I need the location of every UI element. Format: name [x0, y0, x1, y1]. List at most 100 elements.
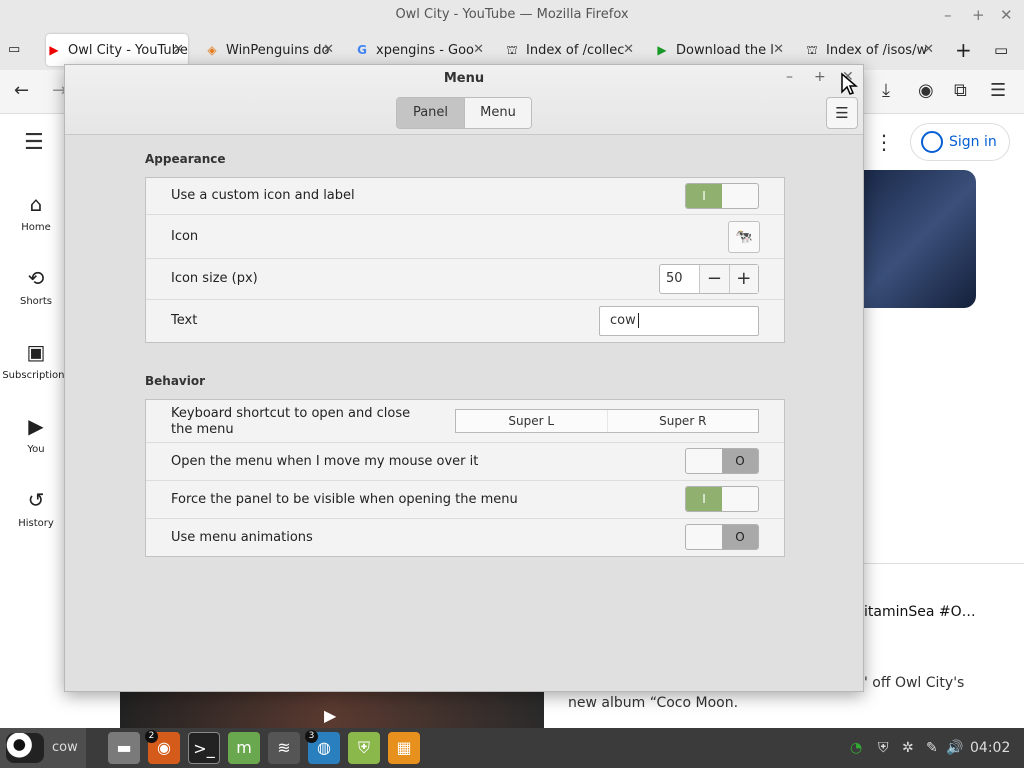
- firefox-title-bar: Owl City - YouTube — Mozilla Firefox – +…: [0, 0, 1024, 30]
- dialog-title: Menu: [443, 71, 485, 86]
- globe-icon[interactable]: 3 ◍: [305, 730, 340, 764]
- video-thumbnail[interactable]: [864, 170, 976, 308]
- dialog-menu-button[interactable]: ☰: [826, 97, 858, 129]
- orange-app-icon[interactable]: ▦: [388, 732, 420, 764]
- downloads-icon[interactable]: ⤓: [882, 80, 890, 101]
- winpenguins-icon: ◈: [207, 43, 217, 57]
- tab-winpenguins[interactable]: ◈ WinPenguins do ✕: [196, 34, 338, 66]
- close-tab-icon[interactable]: ✕: [173, 34, 184, 66]
- firefox-icon[interactable]: 2 ◉: [145, 730, 180, 764]
- youtube-sidebar: ⌂ Home ⟲ Shorts ▣ Subscriptions ▶ You ↺ Histo…: [0, 114, 72, 728]
- cow-icon: 🐄: [735, 229, 753, 245]
- youtube-menu-icon[interactable]: ☰: [24, 130, 44, 155]
- close-tab-icon[interactable]: ✕: [473, 34, 484, 66]
- tab-panel[interactable]: Panel: [397, 98, 464, 128]
- icon-size-label: Icon size (px): [171, 271, 258, 286]
- tab-overview-icon[interactable]: ▭: [8, 34, 32, 66]
- close-tab-icon[interactable]: ✕: [923, 34, 934, 66]
- close-tab-icon[interactable]: ✕: [623, 34, 634, 66]
- shield-update-icon[interactable]: ⛨: [348, 732, 380, 764]
- sidebar-item-subscriptions[interactable]: ▣ Subscriptions: [0, 340, 72, 381]
- app-menu-icon[interactable]: ☰: [990, 80, 1006, 101]
- panel-menu-switcher: Panel Menu: [396, 97, 532, 129]
- menu-settings-dialog: Menu – + ✕ Panel Menu ☰ Appearance Use a…: [64, 64, 864, 692]
- setting-row-text: Text cow: [146, 300, 784, 342]
- section-heading-appearance: Appearance: [145, 152, 226, 166]
- hover-label: Open the menu when I move my mouse over …: [171, 454, 479, 469]
- close-icon[interactable]: ✕: [1000, 0, 1013, 30]
- tab-list-icon[interactable]: ▭: [994, 34, 1008, 66]
- icon-size-value[interactable]: 50: [660, 265, 699, 293]
- start-menu-button[interactable]: cow: [0, 728, 86, 768]
- text-input[interactable]: cow: [599, 306, 759, 336]
- you-icon: ▶: [28, 414, 44, 438]
- more-options-icon[interactable]: ⋮: [874, 130, 894, 154]
- network-icon[interactable]: ◔: [850, 728, 862, 768]
- setting-row-icon: Icon 🐄: [146, 215, 784, 259]
- maximize-icon[interactable]: +: [972, 0, 985, 30]
- pen-icon[interactable]: ✎: [926, 728, 938, 768]
- files-icon[interactable]: ▬: [108, 732, 140, 764]
- new-tab-icon[interactable]: +: [955, 34, 972, 66]
- custom-icon-toggle[interactable]: I: [685, 183, 759, 209]
- menu-label: cow: [52, 740, 78, 755]
- window-title: Owl City - YouTube — Mozilla Firefox: [395, 7, 629, 22]
- setting-row-animations: Use menu animations O: [146, 519, 784, 556]
- text-cursor: [637, 313, 643, 328]
- account-icon[interactable]: ◉: [918, 80, 934, 101]
- person-icon: [921, 131, 943, 153]
- tab-index-isos[interactable]: ⛫ Index of /isos/w ✕: [796, 34, 938, 66]
- close-tab-icon[interactable]: ✕: [323, 34, 334, 66]
- hover-toggle[interactable]: O: [685, 448, 759, 474]
- icon-size-stepper: 50 − +: [659, 264, 759, 294]
- minus-icon[interactable]: −: [699, 265, 729, 293]
- video-player[interactable]: ▶: [120, 692, 544, 728]
- maximize-icon[interactable]: +: [814, 69, 826, 85]
- sidebar-item-home[interactable]: ⌂ Home: [0, 192, 72, 233]
- hamburger-icon: ☰: [835, 104, 849, 122]
- mint-icon[interactable]: m: [228, 732, 260, 764]
- setting-row-hover: Open the menu when I move my mouse over …: [146, 443, 784, 481]
- shortcut-button-1[interactable]: Super L: [456, 410, 607, 432]
- icon-picker-button[interactable]: 🐄: [728, 221, 760, 253]
- shield-icon[interactable]: ⛨: [878, 728, 889, 768]
- settings-icon[interactable]: ✲: [902, 728, 914, 768]
- back-icon[interactable]: ←: [14, 80, 29, 101]
- tab-xpengins[interactable]: Gxpengins - Goo ✕: [346, 34, 488, 66]
- video-description-2: new album “Coco Moon.: [568, 695, 739, 711]
- clock[interactable]: 04:02: [970, 728, 1010, 768]
- icon-label: Icon: [171, 229, 199, 244]
- minimize-icon[interactable]: –: [944, 0, 952, 30]
- minimize-icon[interactable]: –: [786, 69, 793, 85]
- video-title[interactable]: itaminSea #O…: [864, 604, 976, 620]
- waves-icon[interactable]: ≋: [268, 732, 300, 764]
- history-icon: ↺: [27, 488, 45, 512]
- youtube-icon: ▶: [49, 43, 59, 57]
- plus-icon[interactable]: +: [728, 265, 759, 293]
- shorts-icon: ⟲: [27, 266, 45, 290]
- window-count-badge: 3: [305, 730, 318, 743]
- extensions-icon[interactable]: ⧉: [954, 80, 967, 101]
- close-tab-icon[interactable]: ✕: [773, 34, 784, 66]
- tab-index-collec[interactable]: ⛫ Index of /collec ✕: [496, 34, 638, 66]
- divider: [864, 563, 1024, 564]
- shortcut-button-2[interactable]: Super R: [606, 410, 759, 432]
- terminal-icon[interactable]: >_: [188, 732, 220, 764]
- setting-row-icon-size: Icon size (px) 50 − +: [146, 259, 784, 300]
- volume-icon[interactable]: 🔊: [946, 728, 963, 768]
- animations-toggle[interactable]: O: [685, 524, 759, 550]
- tab-menu[interactable]: Menu: [464, 98, 531, 128]
- tab-download[interactable]: ▶ Download the l ✕: [646, 34, 788, 66]
- setting-row-shortcut: Keyboard shortcut to open and close the …: [146, 400, 784, 443]
- sidebar-item-shorts[interactable]: ⟲ Shorts: [0, 266, 72, 307]
- force-panel-toggle[interactable]: I: [685, 486, 759, 512]
- keyboard-shortcut-field: Super L Super R: [455, 409, 759, 433]
- archive-icon: ⛫: [806, 43, 818, 57]
- sign-in-button[interactable]: Sign in: [910, 123, 1010, 161]
- subscriptions-icon: ▣: [26, 340, 46, 364]
- tab-owl-city[interactable]: ▶ Owl City - YouTube ✕: [46, 34, 188, 66]
- sidebar-item-history[interactable]: ↺ History: [0, 488, 72, 529]
- sidebar-item-you[interactable]: ▶ You: [0, 414, 72, 455]
- play-icon[interactable]: ▶: [324, 706, 336, 725]
- custom-icon-label: Use a custom icon and label: [171, 188, 355, 203]
